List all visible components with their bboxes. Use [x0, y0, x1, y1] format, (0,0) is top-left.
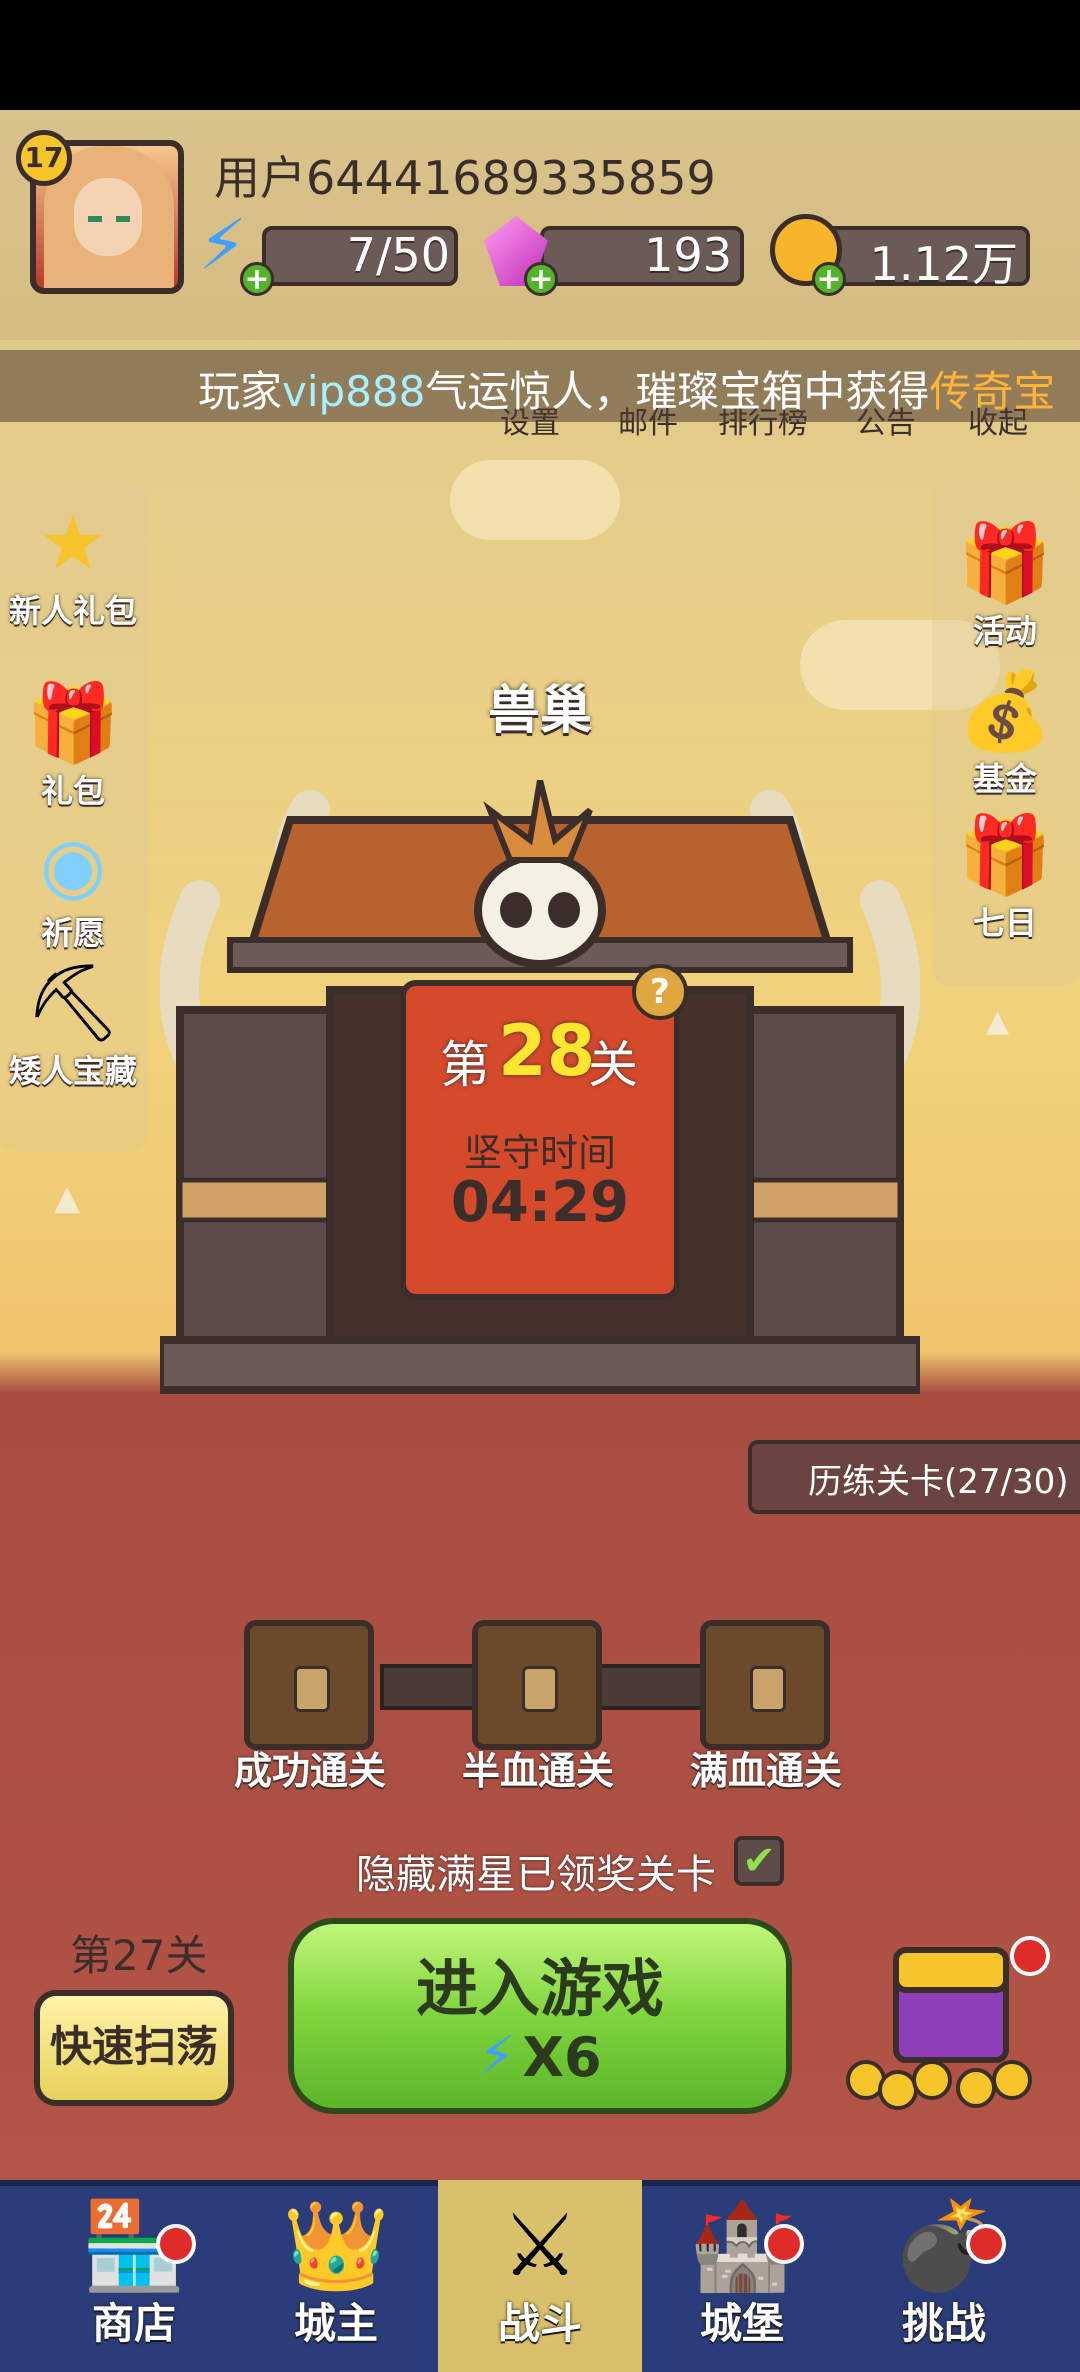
notification-badge	[1010, 1936, 1050, 1976]
tab-castle[interactable]: 🏰 城堡	[642, 2186, 842, 2372]
help-icon[interactable]: ?	[632, 964, 688, 1020]
activity-label: 活动	[972, 612, 1037, 650]
stage-suffix: 关	[588, 1036, 638, 1094]
shop-icon: 🏪	[80, 2196, 188, 2296]
tab-challenge[interactable]: 💣 挑战	[844, 2186, 1044, 2372]
tab-lord-label: 城主	[293, 2299, 378, 2348]
castle-icon: 🏰	[688, 2196, 796, 2296]
stage-number: 28	[498, 1010, 596, 1092]
hold-time-value: 04:29	[450, 1170, 630, 1235]
scroll-up-arrow-icon[interactable]: ▲	[54, 1178, 80, 1218]
scroll-up-arrow-icon[interactable]: ▲	[986, 1004, 1009, 1039]
hold-time-label: 坚守时间	[463, 1131, 616, 1175]
star-1-icon: ★	[38, 498, 108, 587]
dwarf-treasure-button[interactable]: ⛏ 矮人宝藏	[0, 960, 148, 1092]
hide-claimed-checkbox[interactable]: ✔	[734, 1836, 784, 1886]
tab-challenge-label: 挑战	[901, 2299, 986, 2348]
tab-castle-label: 城堡	[699, 2299, 784, 2348]
seven-day-button[interactable]: 🎁 七日	[930, 812, 1080, 944]
gem-value: 193	[644, 228, 732, 282]
cloud-decoration	[450, 460, 620, 540]
seven-day-label: 七日	[972, 904, 1037, 942]
player-username: 用户64441689335859	[214, 151, 716, 205]
gold-value: 1.12万	[869, 237, 1018, 291]
reward-chest-half-hp[interactable]	[472, 1620, 602, 1750]
crown-icon: 👑	[282, 2196, 390, 2296]
wish-orb-icon: ◉	[39, 820, 107, 909]
lightning-icon: ⚡	[198, 204, 248, 286]
quick-sweep-button[interactable]: 快速扫荡	[34, 1990, 234, 2106]
trial-stage-progress: 历练关卡(27/30)	[808, 1462, 1069, 1502]
ticker-text: 玩家vip888气运惊人，璀璨宝箱中获得传奇宝	[198, 367, 1056, 416]
seven-day-gift-icon: 🎁	[957, 810, 1053, 899]
reward-chest-full-hp[interactable]	[700, 1620, 830, 1750]
energy-cost-value: X6	[522, 2026, 602, 2089]
status-bar	[0, 0, 1080, 110]
fund-label: 基金	[972, 760, 1037, 798]
newbie-pack-label: 新人礼包	[8, 592, 137, 630]
avatar-eye	[116, 216, 130, 222]
hide-claimed-stages-label: 隐藏满星已领奖关卡	[356, 1852, 716, 1898]
newbie-pack-button[interactable]: ★ 新人礼包	[0, 500, 148, 632]
tab-lord[interactable]: 👑 城主	[236, 2186, 436, 2372]
challenge-bomb-icon: 💣	[890, 2196, 998, 2296]
tab-shop-label: 商店	[91, 2299, 176, 2348]
stage-prefix: 第	[440, 1036, 490, 1094]
gift-pack-label: 礼包	[40, 772, 105, 810]
activity-gift-icon: 🎁	[957, 518, 1053, 607]
reward-chest-success[interactable]	[244, 1620, 374, 1750]
tab-shop[interactable]: 🏪 商店	[34, 2186, 234, 2372]
chest-label-success: 成功通关	[233, 1749, 386, 1793]
enter-game-label: 进入游戏	[415, 1952, 664, 2025]
chest-label-full-hp: 满血通关	[689, 1749, 842, 1793]
notification-badge	[764, 2224, 804, 2264]
player-level-badge: 17	[16, 130, 72, 186]
notification-badge	[966, 2224, 1006, 2264]
dwarf-treasure-label: 矮人宝藏	[8, 1052, 137, 1090]
wish-label: 祈愿	[40, 914, 105, 952]
level-name: 兽巢	[487, 681, 592, 741]
chest-label-half-hp: 半血通关	[461, 1749, 614, 1793]
avatar-eye	[88, 216, 102, 222]
notification-badge	[156, 2224, 196, 2264]
energy-value: 7/50	[346, 228, 450, 282]
crossed-swords-icon: ⚔	[501, 2196, 579, 2296]
pickaxe-icon: ⛏	[24, 958, 122, 1047]
activity-button[interactable]: 🎁 活动	[930, 520, 1080, 652]
tab-battle[interactable]: ⚔ 战斗	[440, 2186, 640, 2372]
sweep-stage-label: 第27关	[70, 1931, 208, 1980]
wish-button[interactable]: ◉ 祈愿	[0, 822, 148, 954]
tab-battle-label: 战斗	[497, 2299, 582, 2348]
